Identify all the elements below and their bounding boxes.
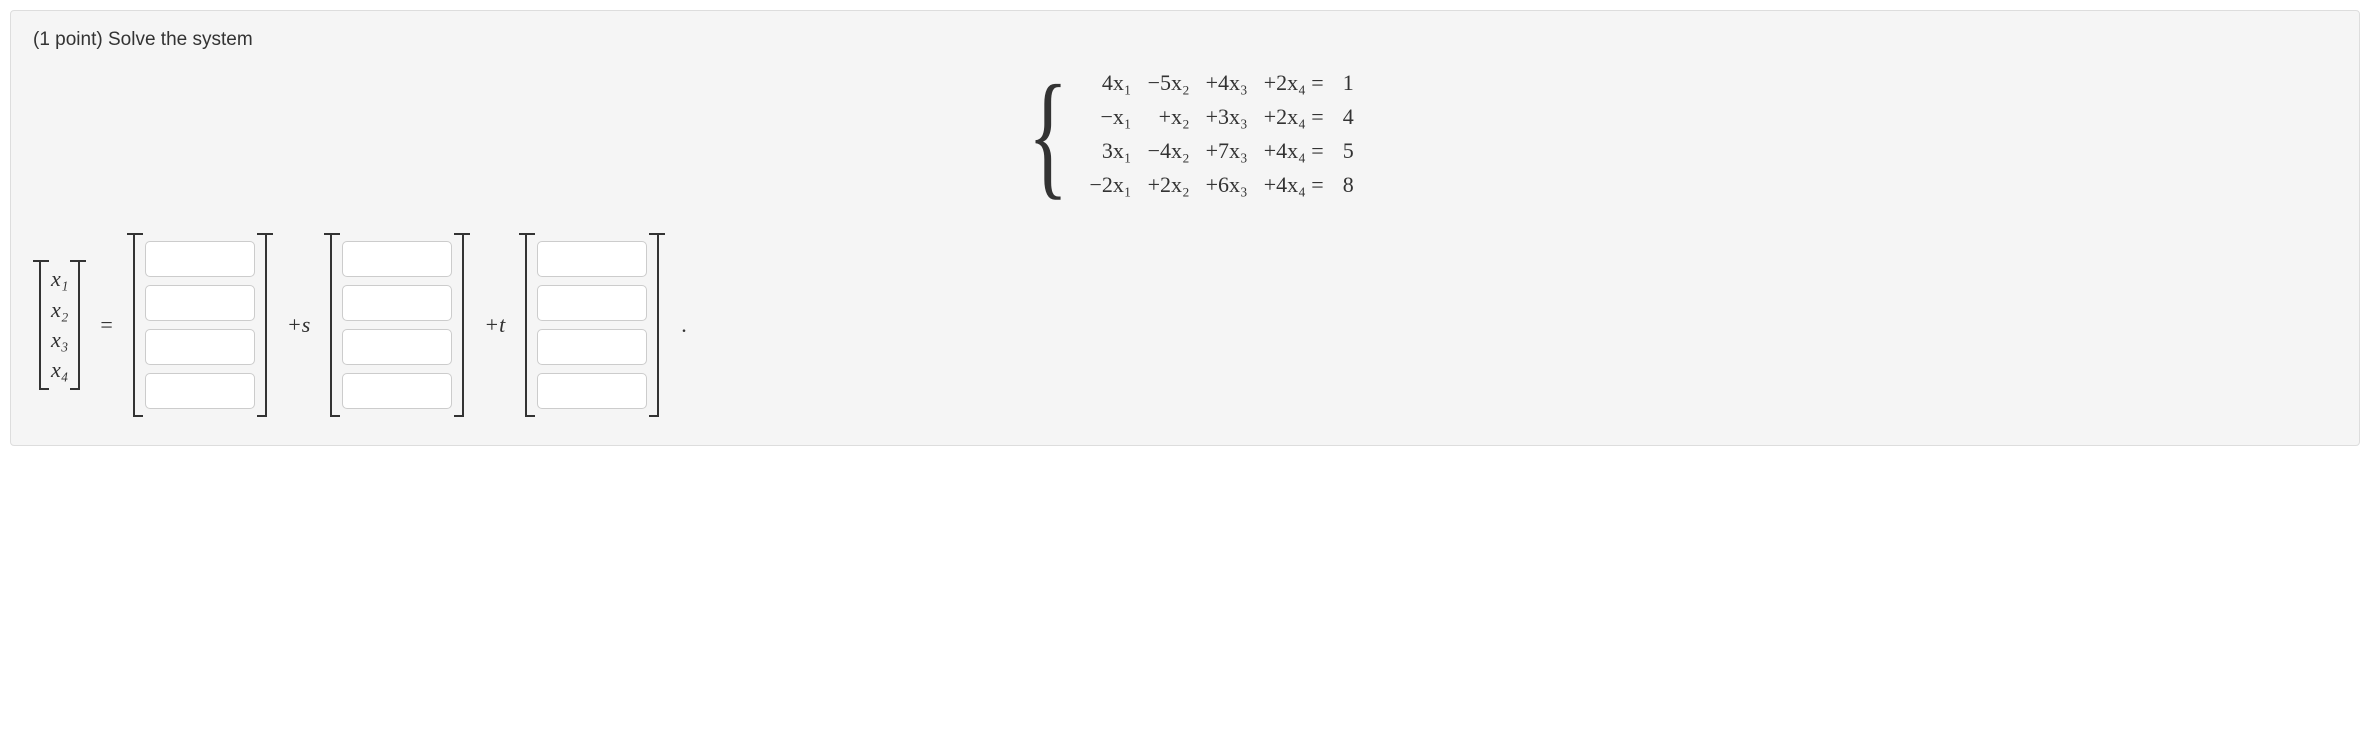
bracket-left-icon xyxy=(324,233,334,417)
eq-term: +7x₃ xyxy=(1205,137,1249,165)
s-direction-vector xyxy=(324,233,470,417)
s-direction-input-3[interactable] xyxy=(342,329,452,365)
equation-table: 4x₁ −5x₂ +4x₃ +2x₄ = 1 −x₁ +x₂ +3x₃ +2x₄… xyxy=(1074,63,1368,205)
instruction-text: Solve the system xyxy=(108,29,253,50)
s-direction-input-2[interactable] xyxy=(342,285,452,321)
eq-term: 3x₁ xyxy=(1088,137,1132,165)
system-equations: { 4x₁ −5x₂ +4x₃ +2x₄ = 1 −x₁ +x₂ +3x₃ +2… xyxy=(33,63,2337,205)
plus-s-label: +s xyxy=(287,312,310,338)
prompt-line: (1 point) Solve the system xyxy=(33,29,2337,51)
eq-term: +2x₂ xyxy=(1147,171,1191,199)
equation-row: 3x₁ −4x₂ +7x₃ +4x₄ = 5 xyxy=(1088,137,1354,165)
equation-row: 4x₁ −5x₂ +4x₃ +2x₄ = 1 xyxy=(1088,69,1354,97)
bracket-left-icon xyxy=(33,260,43,390)
bracket-left-icon xyxy=(127,233,137,417)
t-direction-input-2[interactable] xyxy=(537,285,647,321)
var-label: x₁ xyxy=(51,266,68,292)
t-direction-input-4[interactable] xyxy=(537,373,647,409)
problem-panel: (1 point) Solve the system { 4x₁ −5x₂ +4… xyxy=(10,10,2360,446)
bracket-right-icon xyxy=(76,260,86,390)
particular-input-2[interactable] xyxy=(145,285,255,321)
trailing-period: . xyxy=(681,312,687,338)
eq-term: +6x₃ xyxy=(1205,171,1249,199)
eq-term: +2x₄ = xyxy=(1263,69,1325,97)
s-direction-input-1[interactable] xyxy=(342,241,452,277)
eq-term: 4x₁ xyxy=(1088,69,1132,97)
t-direction-input-1[interactable] xyxy=(537,241,647,277)
eq-term: +2x₄ = xyxy=(1263,103,1325,131)
eq-rhs: 4 xyxy=(1339,103,1355,131)
var-label: x₂ xyxy=(51,297,68,323)
t-direction-vector xyxy=(519,233,665,417)
eq-term: +3x₃ xyxy=(1205,103,1249,131)
eq-rhs: 1 xyxy=(1339,69,1355,97)
eq-term: +4x₄ = xyxy=(1263,137,1325,165)
particular-input-3[interactable] xyxy=(145,329,255,365)
equation-row: −x₁ +x₂ +3x₃ +2x₄ = 4 xyxy=(1088,103,1354,131)
eq-term: +4x₄ = xyxy=(1263,171,1325,199)
eq-term: −5x₂ xyxy=(1147,69,1191,97)
particular-input-1[interactable] xyxy=(145,241,255,277)
eq-term: +4x₃ xyxy=(1205,69,1249,97)
eq-rhs: 5 xyxy=(1339,137,1355,165)
left-brace-icon: { xyxy=(1028,75,1068,194)
var-label: x₃ xyxy=(51,327,68,353)
eq-term: +x₂ xyxy=(1147,103,1191,131)
equals-sign: = xyxy=(100,312,112,338)
s-direction-input-4[interactable] xyxy=(342,373,452,409)
particular-vector xyxy=(127,233,273,417)
answer-row: x₁ x₂ x₃ x₄ = +s xyxy=(33,233,2337,417)
eq-term: −2x₁ xyxy=(1088,171,1132,199)
variable-vector: x₁ x₂ x₃ x₄ xyxy=(33,260,86,390)
t-direction-input-3[interactable] xyxy=(537,329,647,365)
var-label: x₄ xyxy=(51,357,68,383)
bracket-left-icon xyxy=(519,233,529,417)
particular-input-4[interactable] xyxy=(145,373,255,409)
plus-t-label: +t xyxy=(484,312,505,338)
points-label: (1 point) xyxy=(33,29,103,50)
eq-rhs: 8 xyxy=(1339,171,1355,199)
bracket-right-icon xyxy=(655,233,665,417)
bracket-right-icon xyxy=(263,233,273,417)
eq-term: −x₁ xyxy=(1088,103,1132,131)
bracket-right-icon xyxy=(460,233,470,417)
equation-row: −2x₁ +2x₂ +6x₃ +4x₄ = 8 xyxy=(1088,171,1354,199)
eq-term: −4x₂ xyxy=(1147,137,1191,165)
